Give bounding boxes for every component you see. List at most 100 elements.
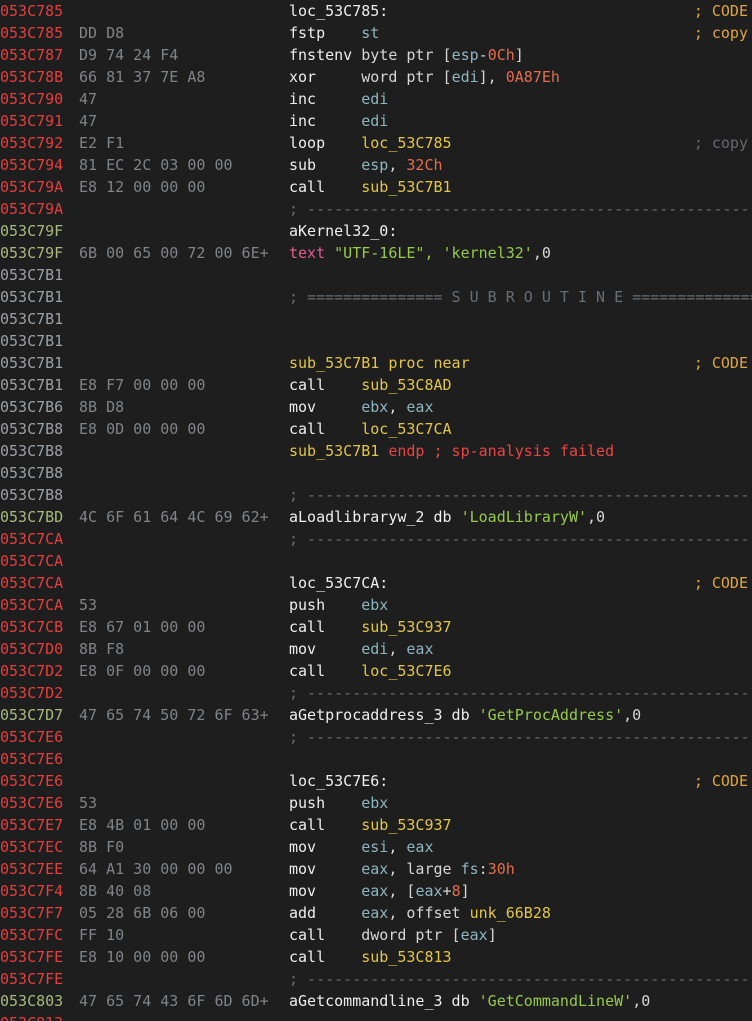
listing-line[interactable]: 053C7CA xyxy=(0,550,752,572)
instruction[interactable]: aGetprocaddress_3 db 'GetProcAddress',0 xyxy=(289,704,641,726)
listing-line[interactable]: 053C791 47 inc edi xyxy=(0,110,752,132)
listing-line[interactable]: 053C785 loc_53C785: ; CODE xyxy=(0,0,752,22)
disassembly-listing[interactable]: 053C785 loc_53C785: ; CODE 053C785 DD D8 fstp… xyxy=(0,0,752,1021)
instruction[interactable]: mov ebx, eax xyxy=(289,396,434,418)
instruction[interactable]: mov edi, eax xyxy=(289,638,434,660)
instruction[interactable]: mov esi, eax xyxy=(289,836,434,858)
instruction[interactable]: aKernel32_0: xyxy=(289,220,397,242)
instruction[interactable]: inc edi xyxy=(289,110,388,132)
listing-line[interactable]: 053C7B8 xyxy=(0,462,752,484)
instruction[interactable]: ; --------------------------------------… xyxy=(289,528,752,550)
instruction[interactable]: call sub_53C937 xyxy=(289,814,452,836)
instruction[interactable]: call sub_53C7B1 xyxy=(289,176,452,198)
listing-line[interactable]: 053C7D2 E8 0F 00 00 00 call loc_53C7E6 xyxy=(0,660,752,682)
token-sub[interactable]: sub_53C7B1 xyxy=(289,442,388,460)
instruction[interactable]: ; --------------------------------------… xyxy=(289,968,752,990)
listing-line[interactable]: 053C790 47 inc edi xyxy=(0,88,752,110)
instruction[interactable]: loc_53C7E6: xyxy=(289,770,388,792)
instruction[interactable]: call loc_53C7E6 xyxy=(289,660,452,682)
listing-line[interactable]: 053C7B8 ; -------------------------------… xyxy=(0,484,752,506)
listing-line[interactable]: 053C7F4 8B 40 08 mov eax, [eax+8] xyxy=(0,880,752,902)
instruction[interactable]: ; --------------------------------------… xyxy=(289,484,752,506)
listing-line[interactable]: 053C7F7 05 28 6B 06 00 add eax, offset unk… xyxy=(0,902,752,924)
listing-line[interactable]: 053C794 81 EC 2C 03 00 00 sub esp, 32Ch xyxy=(0,154,752,176)
listing-line[interactable]: 053C7D2 ; -------------------------------… xyxy=(0,682,752,704)
listing-line[interactable]: 053C7CA loc_53C7CA: ; CODE xyxy=(0,572,752,594)
listing-line[interactable]: 053C792 E2 F1 loop loc_53C785 ; copy xyxy=(0,132,752,154)
listing-line[interactable]: 053C813 xyxy=(0,1012,752,1021)
instruction[interactable]: sub esp, 32Ch xyxy=(289,154,443,176)
instruction[interactable]: add eax, offset unk_66B28 xyxy=(289,902,551,924)
listing-line[interactable]: 053C7E6 ; -------------------------------… xyxy=(0,726,752,748)
instruction[interactable]: call sub_53C937 xyxy=(289,616,452,638)
instruction[interactable]: loc_53C785: xyxy=(289,0,388,22)
token-sym[interactable]: sub_53C8AD xyxy=(361,376,451,394)
listing-line[interactable]: 053C7CA ; -------------------------------… xyxy=(0,528,752,550)
listing-line[interactable]: 053C803 47 65 74 43 6F 6D 6D+ aGetcommandl… xyxy=(0,990,752,1012)
listing-line[interactable]: 053C79F 6B 00 65 00 72 00 6E+ text "UTF-16… xyxy=(0,242,752,264)
listing-line[interactable]: 053C7CA 53 push ebx xyxy=(0,594,752,616)
listing-line[interactable]: 053C7B1 xyxy=(0,264,752,286)
instruction[interactable]: call dword ptr [eax] xyxy=(289,924,497,946)
listing-line[interactable]: 053C79A ; -------------------------------… xyxy=(0,198,752,220)
token-sym[interactable]: sub_53C7B1 xyxy=(361,178,451,196)
instruction[interactable]: loop loc_53C785 xyxy=(289,132,452,154)
instruction[interactable]: xor word ptr [edi], 0A87Eh xyxy=(289,66,560,88)
instruction[interactable]: ; --------------------------------------… xyxy=(289,726,752,748)
token-txt: word ptr [ xyxy=(361,68,452,86)
instruction[interactable]: fstp st xyxy=(289,22,379,44)
listing-line[interactable]: 053C7E7 E8 4B 01 00 00 call sub_53C937 xyxy=(0,814,752,836)
listing-line[interactable]: 053C7B8 sub_53C7B1 endp ; sp-analysis fai… xyxy=(0,440,752,462)
instruction[interactable]: loc_53C7CA: xyxy=(289,572,388,594)
instruction[interactable]: text "UTF-16LE", 'kernel32',0 xyxy=(289,242,551,264)
listing-line[interactable]: 053C7B1 sub_53C7B1 proc near ; CODE xyxy=(0,352,752,374)
listing-line[interactable]: 053C7E6 loc_53C7E6: ; CODE xyxy=(0,770,752,792)
listing-line[interactable]: 053C7FE E8 10 00 00 00 call sub_53C813 xyxy=(0,946,752,968)
listing-line[interactable]: 053C787 D9 74 24 F4 fnstenv byte ptr [esp-… xyxy=(0,44,752,66)
token-sym[interactable]: loc_53C7E6 xyxy=(361,662,451,680)
listing-line[interactable]: 053C7B1 xyxy=(0,330,752,352)
listing-line[interactable]: 053C7BD 4C 6F 61 64 4C 69 62+ aLoadlibrary… xyxy=(0,506,752,528)
token-sym[interactable]: sub_53C937 xyxy=(361,816,451,834)
listing-line[interactable]: 053C7E6 xyxy=(0,748,752,770)
listing-line[interactable]: 053C7FE ; -------------------------------… xyxy=(0,968,752,990)
listing-line[interactable]: 053C785 DD D8 fstp st ; copy xyxy=(0,22,752,44)
listing-line[interactable]: 053C7B1 E8 F7 00 00 00 call sub_53C8AD xyxy=(0,374,752,396)
instruction[interactable]: mov eax, large fs:30h xyxy=(289,858,515,880)
listing-line[interactable]: 053C7B6 8B D8 mov ebx, eax xyxy=(0,396,752,418)
listing-line[interactable]: 053C7D0 8B F8 mov edi, eax xyxy=(0,638,752,660)
token-sym[interactable]: sub_53C937 xyxy=(361,618,451,636)
instruction[interactable]: sub_53C7B1 proc near xyxy=(289,352,470,374)
instruction[interactable]: aGetcommandline_3 db 'GetCommandLineW',0 xyxy=(289,990,650,1012)
instruction[interactable]: inc edi xyxy=(289,88,388,110)
listing-line[interactable]: 053C7CB E8 67 01 00 00 call sub_53C937 xyxy=(0,616,752,638)
listing-line[interactable]: 053C79F aKernel32_0: xyxy=(0,220,752,242)
listing-line[interactable]: 053C78B 66 81 37 7E A8 xor word ptr [edi],… xyxy=(0,66,752,88)
instruction[interactable]: push ebx xyxy=(289,792,388,814)
listing-line[interactable]: 053C7EE 64 A1 30 00 00 00 mov eax, large f… xyxy=(0,858,752,880)
token-sym[interactable]: loc_53C785 xyxy=(361,134,451,152)
listing-line[interactable]: 053C7D7 47 65 74 50 72 6F 63+ aGetprocaddr… xyxy=(0,704,752,726)
instruction[interactable]: sub_53C7B1 endp ; sp-analysis failed xyxy=(289,440,614,462)
listing-line[interactable]: 053C7B1 xyxy=(0,308,752,330)
instruction[interactable]: push ebx xyxy=(289,594,388,616)
instruction[interactable]: call sub_53C8AD xyxy=(289,374,452,396)
token-sub[interactable]: sub_53C7B1 proc near xyxy=(289,354,470,372)
instruction[interactable]: call sub_53C813 xyxy=(289,946,452,968)
listing-line[interactable]: 053C7E6 53 push ebx xyxy=(0,792,752,814)
listing-line[interactable]: 053C79A E8 12 00 00 00 call sub_53C7B1 xyxy=(0,176,752,198)
listing-line[interactable]: 053C7EC 8B F0 mov esi, eax xyxy=(0,836,752,858)
token-sym[interactable]: sub_53C813 xyxy=(361,948,451,966)
instruction[interactable]: ; --------------------------------------… xyxy=(289,198,752,220)
token-sym[interactable]: loc_53C7CA xyxy=(361,420,451,438)
instruction[interactable]: ; --------------------------------------… xyxy=(289,682,752,704)
listing-line[interactable]: 053C7B1 ; =============== S U B R O U T I… xyxy=(0,286,752,308)
instruction[interactable]: fnstenv byte ptr [esp-0Ch] xyxy=(289,44,524,66)
listing-line[interactable]: 053C7FC FF 10 call dword ptr [eax] xyxy=(0,924,752,946)
instruction[interactable]: call loc_53C7CA xyxy=(289,418,452,440)
instruction[interactable]: ; =============== S U B R O U T I N E ==… xyxy=(289,286,752,308)
listing-line[interactable]: 053C7B8 E8 0D 00 00 00 call loc_53C7CA xyxy=(0,418,752,440)
instruction[interactable]: aLoadlibraryw_2 db 'LoadLibraryW',0 xyxy=(289,506,605,528)
instruction[interactable]: mov eax, [eax+8] xyxy=(289,880,470,902)
token-sym[interactable]: unk_66B28 xyxy=(470,904,551,922)
